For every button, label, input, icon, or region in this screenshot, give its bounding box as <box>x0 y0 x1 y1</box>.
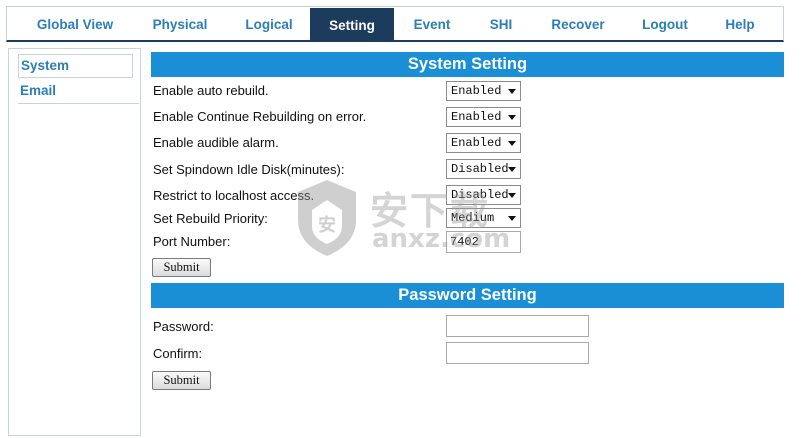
tab-setting[interactable]: Setting <box>310 8 394 42</box>
localhost-value: Disabled <box>451 188 509 202</box>
tab-help[interactable]: Help <box>713 7 767 41</box>
sidebar-divider <box>18 103 139 104</box>
system-setting-header: System Setting <box>151 52 784 77</box>
tab-event[interactable]: Event <box>401 7 463 41</box>
password-submit-button[interactable]: Submit <box>152 371 211 390</box>
confirm-input[interactable] <box>446 342 589 364</box>
svg-text:安: 安 <box>318 214 336 236</box>
sidebar: System Email <box>8 48 141 436</box>
chevron-down-icon <box>508 193 516 198</box>
tab-logical[interactable]: Logical <box>229 7 309 41</box>
sidebar-item-email[interactable]: Email <box>18 80 133 104</box>
auto-rebuild-select[interactable]: Enabled <box>446 81 521 101</box>
sidebar-item-system[interactable]: System <box>18 54 133 78</box>
continue-rebuild-label: Enable Continue Rebuilding on error. <box>153 109 367 124</box>
system-submit-button[interactable]: Submit <box>152 258 211 277</box>
chevron-down-icon <box>508 216 516 221</box>
auto-rebuild-label: Enable auto rebuild. <box>153 83 269 98</box>
localhost-select[interactable]: Disabled <box>446 185 521 205</box>
continue-rebuild-value: Enabled <box>451 110 502 124</box>
audible-alarm-label: Enable audible alarm. <box>153 135 279 150</box>
auto-rebuild-value: Enabled <box>451 84 502 98</box>
password-label: Password: <box>153 319 214 334</box>
spindown-select[interactable]: Disabled <box>446 159 521 179</box>
chevron-down-icon <box>508 141 516 146</box>
chevron-down-icon <box>508 89 516 94</box>
password-input[interactable] <box>446 315 589 337</box>
chevron-down-icon <box>508 167 516 172</box>
tab-shi[interactable]: SHI <box>473 7 529 41</box>
tab-recover[interactable]: Recover <box>539 7 617 41</box>
rebuild-priority-value: Medium <box>451 211 495 225</box>
tab-physical[interactable]: Physical <box>137 7 223 41</box>
audible-alarm-value: Enabled <box>451 136 502 150</box>
port-number-input[interactable]: 7402 <box>446 231 521 253</box>
confirm-label: Confirm: <box>153 346 203 361</box>
rebuild-priority-label: Set Rebuild Priority: <box>153 211 268 226</box>
tab-logout[interactable]: Logout <box>629 7 701 41</box>
chevron-down-icon <box>508 115 516 120</box>
spindown-label: Set Spindown Idle Disk(minutes): <box>153 162 345 177</box>
tab-global-view[interactable]: Global View <box>21 7 129 41</box>
port-number-label: Port Number: <box>153 234 231 249</box>
rebuild-priority-select[interactable]: Medium <box>446 208 521 228</box>
localhost-label: Restrict to localhost access. <box>153 188 315 203</box>
audible-alarm-select[interactable]: Enabled <box>446 133 521 153</box>
continue-rebuild-select[interactable]: Enabled <box>446 107 521 127</box>
top-navigation: Global View Physical Logical Setting Eve… <box>6 6 784 42</box>
spindown-value: Disabled <box>451 162 509 176</box>
password-setting-header: Password Setting <box>151 283 784 308</box>
